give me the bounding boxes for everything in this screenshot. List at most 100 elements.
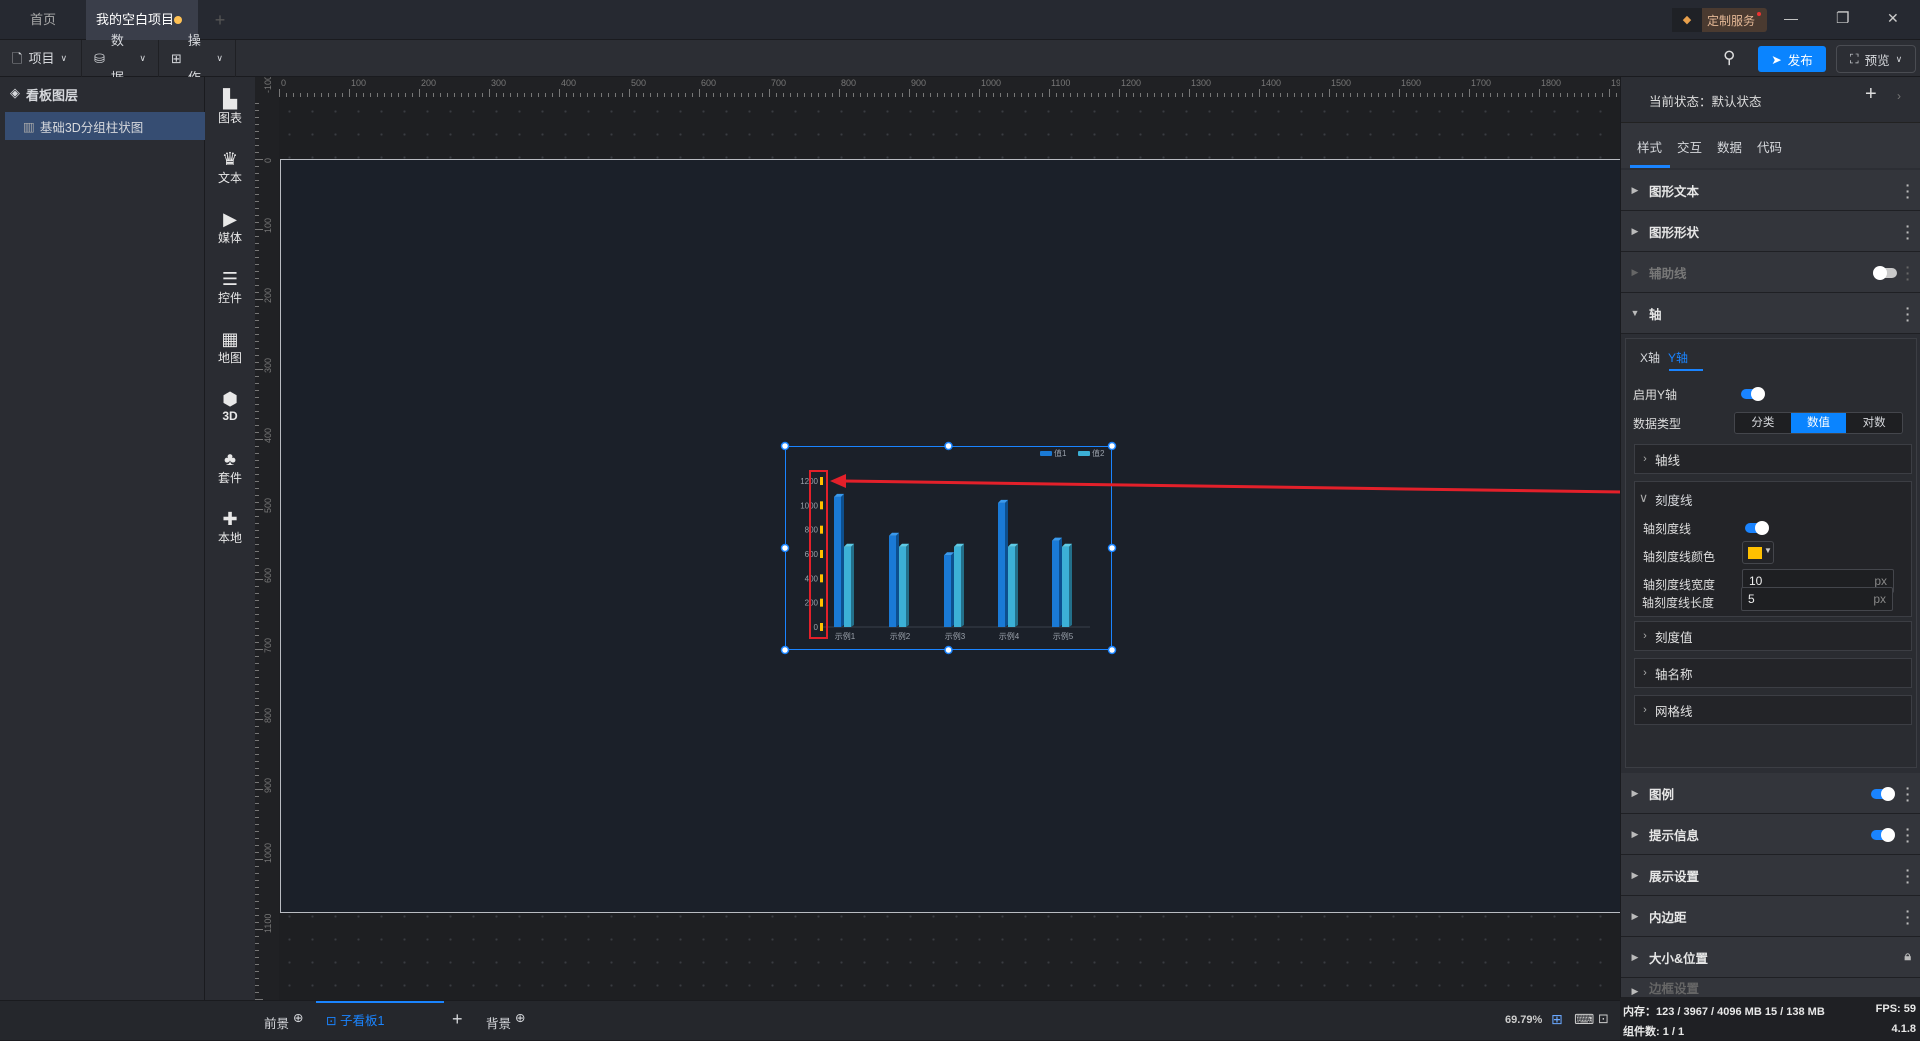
more-icon[interactable]: · · · bbox=[1905, 260, 1911, 286]
ruler-tick bbox=[902, 93, 903, 97]
ruler-tick bbox=[255, 348, 259, 349]
ruler-tick bbox=[255, 985, 259, 986]
section-guide-line[interactable]: ▶ 辅助线 · · · bbox=[1621, 252, 1920, 293]
more-icon[interactable]: · · · bbox=[1905, 822, 1911, 848]
data-type-log[interactable]: 对数 bbox=[1846, 413, 1902, 433]
ruler-tick bbox=[255, 691, 259, 692]
section-border[interactable]: ▶ 边框设置 bbox=[1621, 978, 1920, 998]
preview-button[interactable]: ⛶ 预览 ∨ bbox=[1836, 45, 1916, 73]
tab-y-axis[interactable]: Y轴 bbox=[1668, 349, 1688, 366]
foreground-tab[interactable]: 前景 ⊕ bbox=[264, 1011, 304, 1032]
add-circle-icon[interactable]: ⊕ bbox=[515, 1011, 525, 1025]
section-padding[interactable]: ▶ 内边距 · · · bbox=[1621, 896, 1920, 937]
ruler-tick bbox=[255, 306, 259, 307]
ruler-tick bbox=[1273, 93, 1274, 97]
layer-item[interactable]: ▥ 基础3D分组柱状图 bbox=[5, 112, 205, 140]
section-label: 辅助线 bbox=[1649, 266, 1687, 281]
component-control[interactable]: ☰ 控件 bbox=[205, 269, 255, 306]
y-tick-label: 600 bbox=[805, 550, 819, 559]
tab-code[interactable]: 代码 bbox=[1757, 137, 1782, 156]
section-size-position[interactable]: ▶ 大小&位置 🔒︎ bbox=[1621, 937, 1920, 978]
tick-show-toggle[interactable] bbox=[1745, 521, 1769, 535]
ruler-tick bbox=[489, 89, 490, 97]
more-icon[interactable]: · · · bbox=[1905, 219, 1911, 245]
ruler-left[interactable]: -100 0 100 200 300 400 500 600 700 800 900 1000 1100 bbox=[255, 77, 279, 1000]
ruler-tick bbox=[255, 887, 259, 888]
add-state-button[interactable]: + bbox=[1865, 83, 1877, 106]
component-map[interactable]: ▦ 地图 bbox=[205, 329, 255, 366]
legend-toggle[interactable] bbox=[1871, 787, 1895, 801]
publish-button[interactable]: ➤ 发布 bbox=[1758, 46, 1826, 72]
tab-interaction[interactable]: 交互 bbox=[1677, 137, 1702, 156]
tab-x-axis[interactable]: X轴 bbox=[1640, 349, 1660, 366]
component-local[interactable]: ✚ 本地 bbox=[205, 509, 255, 546]
tick-length-input[interactable]: 5 px bbox=[1741, 587, 1893, 611]
ruler-tick bbox=[727, 93, 728, 97]
more-icon[interactable]: · · · bbox=[1905, 178, 1911, 204]
ruler-tick bbox=[1560, 93, 1561, 97]
lock-icon[interactable]: 🔒︎ bbox=[1904, 949, 1911, 964]
tick-value-group[interactable]: › 刻度值 bbox=[1634, 621, 1912, 651]
ruler-tick bbox=[1063, 93, 1064, 97]
data-type-label: 数据类型 bbox=[1633, 417, 1682, 431]
ruler-tick bbox=[255, 943, 259, 944]
fit-screen-icon[interactable]: ⊞ bbox=[1551, 1011, 1563, 1028]
restore-button[interactable]: ❐ bbox=[1836, 9, 1849, 27]
section-graphic-text[interactable]: ▶ 图形文本 · · · bbox=[1621, 170, 1920, 211]
tick-line-header[interactable]: ∨ 刻度线 bbox=[1639, 490, 1693, 509]
data-menu[interactable]: ⛁数据∨ bbox=[82, 33, 159, 85]
tick-color-picker[interactable]: ▼ bbox=[1742, 541, 1774, 564]
tab-project[interactable]: 我的空白项目 bbox=[86, 0, 198, 40]
tab-home[interactable]: 首页 bbox=[0, 0, 86, 40]
guide-line-toggle[interactable] bbox=[1873, 266, 1897, 280]
chevron-right-icon[interactable]: › bbox=[1897, 89, 1901, 103]
ruler-tick bbox=[587, 93, 588, 97]
data-type-category[interactable]: 分类 bbox=[1735, 413, 1791, 433]
section-legend[interactable]: ▶ 图例 · · · bbox=[1621, 773, 1920, 814]
custom-service-button[interactable]: ◆ 定制服务 bbox=[1672, 8, 1767, 32]
ruler-tick bbox=[615, 93, 616, 97]
more-icon[interactable]: · · · bbox=[1905, 904, 1911, 930]
keyboard-icon[interactable]: ⌨ bbox=[1574, 1011, 1594, 1028]
bar-side bbox=[1069, 543, 1072, 627]
zoom-level[interactable]: 69.79% bbox=[1505, 1014, 1542, 1026]
section-display[interactable]: ▶ 展示设置 · · · bbox=[1621, 855, 1920, 896]
grid-line-group[interactable]: › 网格线 bbox=[1634, 695, 1912, 725]
close-button[interactable]: ✕ bbox=[1887, 10, 1899, 27]
data-type-value[interactable]: 数值 bbox=[1790, 413, 1847, 433]
ruler-tick bbox=[923, 93, 924, 97]
more-icon[interactable]: · · · bbox=[1905, 781, 1911, 807]
axis-name-group[interactable]: › 轴名称 bbox=[1634, 658, 1912, 688]
ruler-tick bbox=[255, 425, 259, 426]
tab-style[interactable]: 样式 bbox=[1637, 137, 1662, 156]
board-tab-label: 子看板1 bbox=[339, 1014, 385, 1028]
ruler-top[interactable]: 0 100 200 300 400 500 600 700 800 900 1000 1100 1200… bbox=[255, 77, 1620, 97]
terminal-icon[interactable]: ⊡ bbox=[1598, 1011, 1609, 1027]
component-kit[interactable]: ♣ 套件 bbox=[205, 449, 255, 486]
ruler-tick bbox=[1217, 93, 1218, 97]
section-axis[interactable]: ▼ 轴 · · · bbox=[1621, 293, 1920, 334]
add-board-button[interactable]: + bbox=[452, 1009, 463, 1030]
enable-y-axis-label: 启用Y轴 bbox=[1633, 388, 1678, 402]
background-tab[interactable]: 背景 ⊕ bbox=[486, 1011, 526, 1032]
more-icon[interactable]: · · · bbox=[1905, 301, 1911, 327]
enable-y-axis-toggle[interactable] bbox=[1741, 387, 1765, 401]
operate-menu[interactable]: ⊞操作∨ bbox=[159, 33, 236, 85]
minimize-button[interactable]: — bbox=[1784, 10, 1798, 26]
tick-value-label: 刻度值 bbox=[1655, 630, 1693, 645]
search-icon[interactable]: ⚲ bbox=[1723, 48, 1735, 68]
component-media[interactable]: ▶ 媒体 bbox=[205, 209, 255, 246]
more-icon[interactable]: · · · bbox=[1905, 863, 1911, 889]
component-chart[interactable]: ▙ 图表 bbox=[205, 89, 255, 126]
chart-widget[interactable]: 0 200 400 600 800 1000 1200 示例1 示例2 示例3 示例4 示例5 值1 值2 bbox=[780, 441, 1117, 655]
board-tab[interactable]: ⊡ 子看板1 bbox=[316, 1001, 444, 1041]
axis-line-group[interactable]: › 轴线 bbox=[1634, 444, 1912, 474]
component-text[interactable]: ♛ 文本 bbox=[205, 149, 255, 186]
section-graphic-shape[interactable]: ▶ 图形形状 · · · bbox=[1621, 211, 1920, 252]
project-menu[interactable]: 🗋 项目 ∨ bbox=[0, 40, 82, 77]
section-tooltip[interactable]: ▶ 提示信息 · · · bbox=[1621, 814, 1920, 855]
tooltip-toggle[interactable] bbox=[1871, 828, 1895, 842]
tab-data[interactable]: 数据 bbox=[1717, 137, 1742, 156]
add-circle-icon[interactable]: ⊕ bbox=[293, 1011, 303, 1025]
component-3d[interactable]: ⬢ 3D bbox=[205, 389, 255, 423]
